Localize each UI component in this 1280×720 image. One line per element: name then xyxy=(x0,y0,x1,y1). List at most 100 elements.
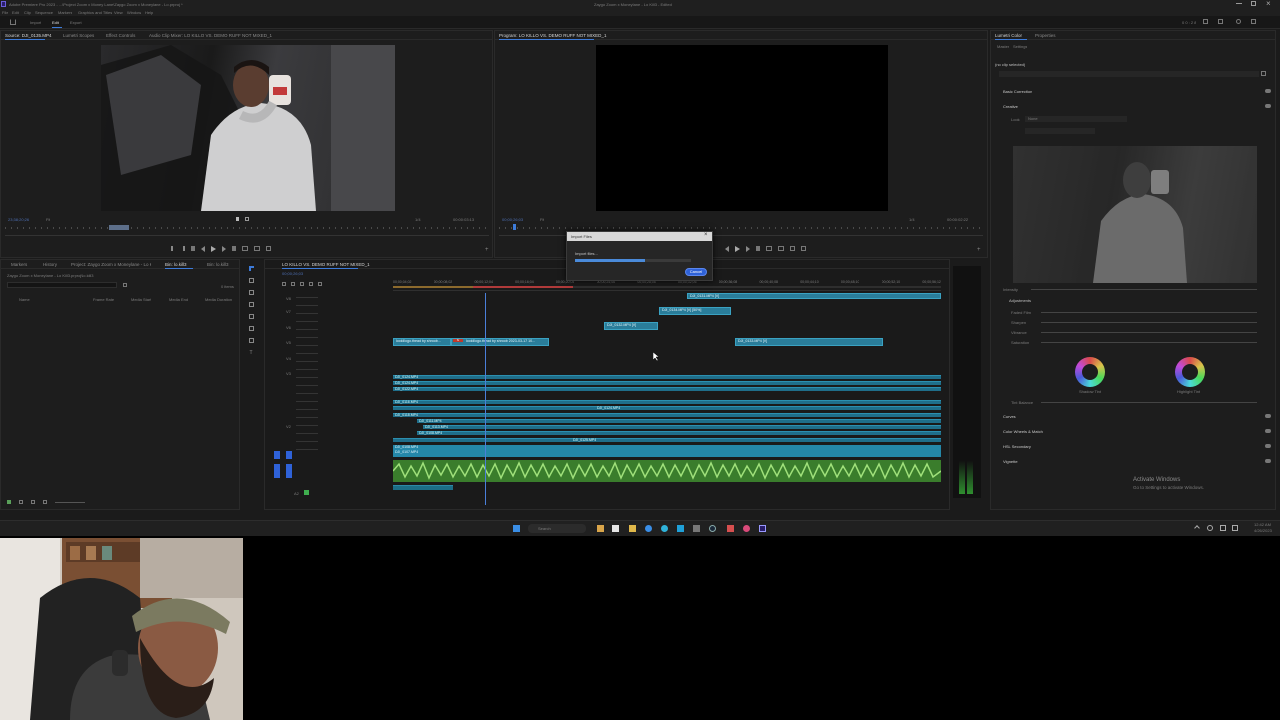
dialog-close-icon[interactable]: × xyxy=(704,232,708,238)
play-icon[interactable] xyxy=(211,246,216,252)
toggle-creative[interactable] xyxy=(1265,104,1271,108)
cancel-button[interactable]: Cancel xyxy=(685,268,707,276)
freeform-view-icon[interactable] xyxy=(43,500,47,504)
sharpen-slider[interactable] xyxy=(1041,322,1257,323)
new-search-bin-icon[interactable] xyxy=(123,283,127,287)
compare-view-icon[interactable] xyxy=(801,246,806,251)
lumetri-effect-dropdown[interactable] xyxy=(999,71,1259,77)
tab-history[interactable]: History xyxy=(43,262,57,267)
taskbar-app-icon[interactable] xyxy=(727,525,734,532)
program-timecode[interactable]: 00;00;26;03 xyxy=(502,217,523,222)
minimize-icon[interactable] xyxy=(1236,3,1242,4)
taskbar-app-icon[interactable] xyxy=(645,525,652,532)
toggle-basic-correction[interactable] xyxy=(1265,89,1271,93)
ripple-edit-tool-icon[interactable] xyxy=(248,290,254,295)
wifi-icon[interactable] xyxy=(1220,525,1226,531)
menu-markers[interactable]: Markers xyxy=(58,10,72,15)
track-source-a1[interactable] xyxy=(286,464,292,478)
saturation-slider[interactable] xyxy=(1041,342,1257,343)
linked-selection-icon[interactable] xyxy=(300,282,304,286)
timeline-playhead[interactable] xyxy=(485,293,486,505)
look-dropdown[interactable]: None xyxy=(1025,116,1127,122)
tab-lumetri-color[interactable]: Lumetri Color xyxy=(995,33,1022,38)
timeline-clip[interactable]: DJI_0116.MP4 xyxy=(393,400,941,404)
workspace-tab-edit[interactable]: Edit xyxy=(52,20,59,25)
timeline-clip[interactable]: DJI_0125.MP4 xyxy=(393,438,941,442)
timeline-clip[interactable]: DJI_0124.MP4 xyxy=(393,375,941,379)
tray-chevron-icon[interactable] xyxy=(1194,525,1200,531)
tab-audio-clip-mixer[interactable]: Audio Clip Mixer: LO KILLO VS. DEMO RUFF… xyxy=(149,33,272,38)
home-icon[interactable] xyxy=(10,19,16,25)
tab-project[interactable]: Project: Zaygo Zoom x Moneylane - Lo Kil… xyxy=(71,262,151,267)
notifications-icon[interactable] xyxy=(1236,19,1241,24)
timeline-clip[interactable]: lookillogo.thead by shroob 2023-03-17 10… xyxy=(451,338,549,346)
vibrance-slider[interactable] xyxy=(1041,332,1257,333)
mark-in-icon[interactable] xyxy=(171,246,175,251)
go-to-in-icon[interactable] xyxy=(191,246,195,251)
tab-lumetri-scopes[interactable]: Lumetri Scopes xyxy=(63,33,94,38)
timeline-timecode[interactable]: 00;00;26;03 xyxy=(282,271,303,276)
steam-icon[interactable] xyxy=(709,525,716,532)
source-fit-dropdown[interactable]: Fit xyxy=(46,217,50,222)
project-search-input[interactable] xyxy=(7,282,117,288)
export-frame-icon[interactable] xyxy=(790,246,795,251)
program-add-button-icon[interactable]: + xyxy=(977,247,981,253)
subtab-master[interactable]: Master xyxy=(997,44,1009,49)
insert-icon[interactable] xyxy=(242,246,248,251)
windows-start-icon[interactable] xyxy=(513,525,520,532)
section-creative[interactable]: Creative xyxy=(1003,104,1018,109)
pen-tool-icon[interactable] xyxy=(248,326,254,331)
program-time-ruler[interactable] xyxy=(499,227,983,229)
track-select-tool-icon[interactable] xyxy=(248,278,254,283)
track-target-a1[interactable] xyxy=(274,464,280,478)
menu-window[interactable]: Window xyxy=(127,10,141,15)
taskbar-search-box[interactable]: Search xyxy=(528,524,586,533)
hand-tool-icon[interactable] xyxy=(248,338,254,343)
tab-bin[interactable]: Bin: lo.kill3 xyxy=(207,262,229,267)
source-time-ruler[interactable] xyxy=(5,227,489,229)
step-back-icon[interactable] xyxy=(725,246,729,252)
timeline-clip[interactable]: DJI_0124.MP4 xyxy=(393,406,941,410)
file-explorer-icon[interactable] xyxy=(629,525,636,532)
toggle-hsl-secondary[interactable] xyxy=(1265,444,1271,448)
source-marker-icon[interactable] xyxy=(236,217,239,221)
track-toggle-icons[interactable] xyxy=(296,294,318,454)
tint-balance-slider[interactable] xyxy=(1041,402,1257,403)
solo-track-icon[interactable] xyxy=(304,490,309,495)
tab-program[interactable]: Program: LO KILLO VS. DEMO RUFF NOT MIXE… xyxy=(499,33,606,38)
timeline-clip[interactable]: DJI_0108.MP4 xyxy=(417,431,941,435)
a2-audio-clip[interactable] xyxy=(393,485,453,490)
close-icon[interactable]: × xyxy=(1266,0,1271,8)
faded-film-slider[interactable] xyxy=(1041,312,1257,313)
menu-edit[interactable]: Edit xyxy=(12,10,19,15)
track-target-v1[interactable] xyxy=(274,451,280,459)
timeline-clip[interactable]: DJI_0133.MP4 [V] xyxy=(735,338,883,346)
panel-toggle-icon[interactable] xyxy=(1218,19,1223,24)
lumetri-menu-icon[interactable] xyxy=(1261,71,1266,76)
source-add-button-icon[interactable]: + xyxy=(485,247,489,253)
step-forward-icon[interactable] xyxy=(222,246,226,252)
toggle-curves[interactable] xyxy=(1265,414,1271,418)
tab-source[interactable]: Source: DJI_0135.MP4 xyxy=(5,33,52,38)
slip-tool-icon[interactable] xyxy=(248,314,254,319)
program-fit-dropdown[interactable]: Fit xyxy=(540,217,544,222)
edit-pencil-icon[interactable] xyxy=(7,500,11,504)
overwrite-icon[interactable] xyxy=(254,246,260,251)
section-basic-correction[interactable]: Basic Correction xyxy=(1003,89,1032,94)
nest-toggle-icon[interactable] xyxy=(282,282,286,286)
timeline-settings-icon[interactable] xyxy=(318,282,322,286)
program-zoom-dropdown[interactable]: 1/4 xyxy=(909,217,915,222)
section-curves[interactable]: Curves xyxy=(1003,414,1016,419)
source-zoom-dropdown[interactable]: 1/4 xyxy=(415,217,421,222)
share-button-label[interactable]: 0 0 : 2 8 xyxy=(1182,20,1196,25)
list-view-icon[interactable] xyxy=(19,500,23,504)
timeline-clip[interactable]: DJI_0113.MP4 xyxy=(423,425,941,429)
zoom-slider[interactable] xyxy=(55,502,85,503)
menu-sequence[interactable]: Sequence xyxy=(35,10,53,15)
toggle-vignette[interactable] xyxy=(1265,459,1271,463)
go-to-out-icon[interactable] xyxy=(756,246,760,251)
timeline-clip[interactable]: lookillogo.thead by shroob... xyxy=(393,338,451,346)
lift-icon[interactable] xyxy=(766,246,772,251)
timeline-clip[interactable]: DJI_0122.MP4 xyxy=(393,387,941,391)
taskbar-app-icon[interactable] xyxy=(677,525,684,532)
